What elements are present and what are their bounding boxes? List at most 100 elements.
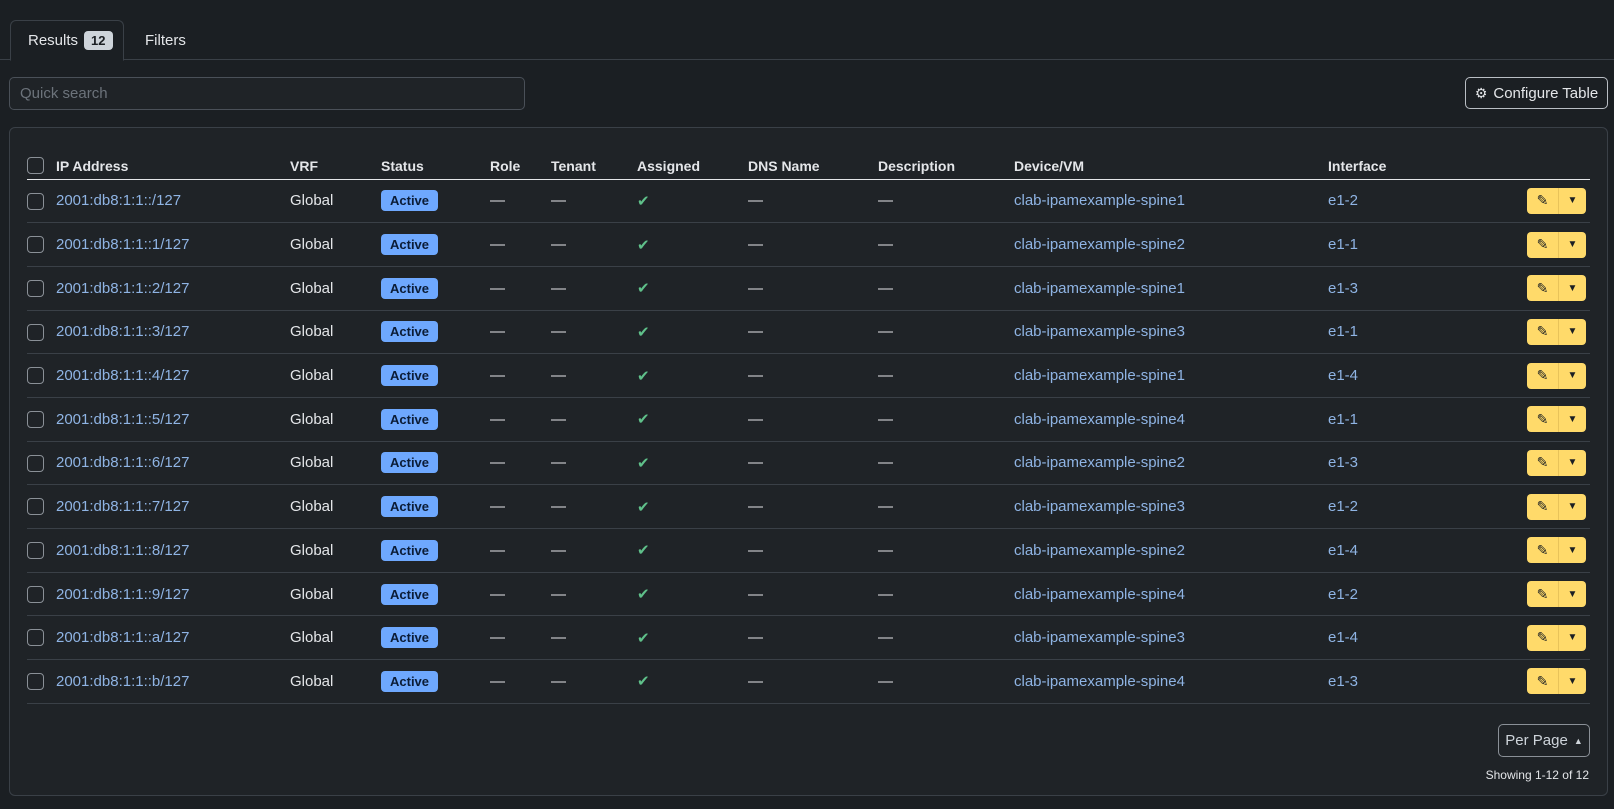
row-actions-dropdown[interactable]: ▼ [1558,581,1586,608]
ip-address-link[interactable]: 2001:db8:1:1::8/127 [56,542,189,559]
interface-link[interactable]: e1-1 [1328,323,1358,340]
row-checkbox[interactable] [27,323,44,341]
quick-search-input[interactable] [9,77,525,110]
ip-address-link[interactable]: 2001:db8:1:1::1/127 [56,236,189,253]
configure-table-button[interactable]: ⚙ Configure Table [1465,77,1608,109]
vrf-cell: Global [290,572,381,617]
device-link[interactable]: clab-ipamexample-spine1 [1014,192,1185,209]
select-all-checkbox[interactable] [27,156,44,174]
device-link[interactable]: clab-ipamexample-spine3 [1014,323,1185,340]
row-checkbox[interactable] [27,411,44,429]
row-checkbox[interactable] [27,498,44,516]
row-actions-dropdown[interactable]: ▼ [1558,231,1586,258]
row-checkbox[interactable] [27,585,44,603]
ip-address-link[interactable]: 2001:db8:1:1::5/127 [56,411,189,428]
interface-link[interactable]: e1-3 [1328,280,1358,297]
ip-address-link[interactable]: 2001:db8:1:1::b/127 [56,673,189,690]
column-header-dns-name[interactable]: DNS Name [748,150,878,180]
ip-address-link[interactable]: 2001:db8:1:1::7/127 [56,498,189,515]
device-link[interactable]: clab-ipamexample-spine2 [1014,454,1185,471]
device-link[interactable]: clab-ipamexample-spine2 [1014,542,1185,559]
row-actions-dropdown[interactable]: ▼ [1558,537,1586,564]
column-header-assigned[interactable]: Assigned [637,150,748,180]
row-checkbox[interactable] [27,279,44,297]
tenant-cell: — [551,572,637,617]
interface-link[interactable]: e1-3 [1328,673,1358,690]
tab-filters[interactable]: Filters [128,20,203,61]
vrf-cell: Global [290,397,381,442]
row-actions-dropdown[interactable]: ▼ [1558,187,1586,214]
row-actions-dropdown[interactable]: ▼ [1558,624,1586,651]
interface-link[interactable]: e1-1 [1328,411,1358,428]
interface-link[interactable]: e1-1 [1328,236,1358,253]
row-actions-dropdown[interactable]: ▼ [1558,318,1586,345]
device-link[interactable]: clab-ipamexample-spine3 [1014,629,1185,646]
ip-address-link[interactable]: 2001:db8:1:1::6/127 [56,454,189,471]
ip-address-link[interactable]: 2001:db8:1:1::/127 [56,192,181,209]
edit-button[interactable]: ✎ [1527,581,1558,608]
column-header-device-vm[interactable]: Device/VM [1014,150,1328,180]
row-actions-dropdown[interactable]: ▼ [1558,275,1586,302]
ip-address-link[interactable]: 2001:db8:1:1::2/127 [56,280,189,297]
device-link[interactable]: clab-ipamexample-spine2 [1014,236,1185,253]
row-actions-dropdown[interactable]: ▼ [1558,668,1586,695]
check-icon: ✔ [637,629,650,647]
ip-address-link[interactable]: 2001:db8:1:1::9/127 [56,586,189,603]
row-checkbox[interactable] [27,192,44,210]
row-checkbox[interactable] [27,454,44,472]
tab-results[interactable]: Results 12 [10,20,124,61]
device-link[interactable]: clab-ipamexample-spine1 [1014,280,1185,297]
row-checkbox[interactable] [27,367,44,385]
edit-button[interactable]: ✎ [1527,493,1558,520]
interface-link[interactable]: e1-3 [1328,454,1358,471]
row-actions-group: ✎ ▼ [1527,624,1586,651]
edit-button[interactable]: ✎ [1527,275,1558,302]
column-header-status[interactable]: Status [381,150,490,180]
vrf-cell: Global [290,615,381,661]
device-link[interactable]: clab-ipamexample-spine4 [1014,411,1185,428]
ip-address-link[interactable]: 2001:db8:1:1::3/127 [56,323,189,340]
edit-button[interactable]: ✎ [1527,231,1558,258]
device-link[interactable]: clab-ipamexample-spine4 [1014,673,1185,690]
interface-cell: e1-3 [1328,441,1484,486]
column-header-interface[interactable]: Interface [1328,150,1484,180]
edit-button[interactable]: ✎ [1527,362,1558,389]
interface-link[interactable]: e1-2 [1328,192,1358,209]
edit-button[interactable]: ✎ [1527,406,1558,433]
device-link[interactable]: clab-ipamexample-spine4 [1014,586,1185,603]
column-header-ip-address[interactable]: IP Address [56,150,290,180]
edit-button[interactable]: ✎ [1527,187,1558,214]
row-checkbox[interactable] [27,542,44,560]
per-page-dropdown[interactable]: Per Page ▲ [1498,724,1590,757]
description-cell: — [878,572,1014,617]
row-checkbox[interactable] [27,236,44,254]
pencil-icon: ✎ [1536,367,1549,384]
row-checkbox[interactable] [27,629,44,647]
row-actions-dropdown[interactable]: ▼ [1558,493,1586,520]
row-checkbox[interactable] [27,673,44,691]
column-header-vrf[interactable]: VRF [290,150,381,180]
ip-address-link[interactable]: 2001:db8:1:1::a/127 [56,629,189,646]
edit-button[interactable]: ✎ [1527,537,1558,564]
row-actions-dropdown[interactable]: ▼ [1558,362,1586,389]
interface-link[interactable]: e1-2 [1328,498,1358,515]
interface-link[interactable]: e1-4 [1328,542,1358,559]
column-header-tenant[interactable]: Tenant [551,150,637,180]
edit-button[interactable]: ✎ [1527,624,1558,651]
device-link[interactable]: clab-ipamexample-spine1 [1014,367,1185,384]
column-header-description[interactable]: Description [878,150,1014,180]
interface-link[interactable]: e1-4 [1328,367,1358,384]
column-header-role[interactable]: Role [490,150,551,180]
edit-button[interactable]: ✎ [1527,318,1558,345]
row-actions-group: ✎ ▼ [1527,406,1586,433]
device-link[interactable]: clab-ipamexample-spine3 [1014,498,1185,515]
assigned-cell: ✔ [637,353,748,398]
interface-link[interactable]: e1-2 [1328,586,1358,603]
edit-button[interactable]: ✎ [1527,449,1558,476]
ip-address-link[interactable]: 2001:db8:1:1::4/127 [56,367,189,384]
check-icon: ✔ [637,192,650,210]
row-actions-dropdown[interactable]: ▼ [1558,449,1586,476]
edit-button[interactable]: ✎ [1527,668,1558,695]
interface-link[interactable]: e1-4 [1328,629,1358,646]
row-actions-dropdown[interactable]: ▼ [1558,406,1586,433]
